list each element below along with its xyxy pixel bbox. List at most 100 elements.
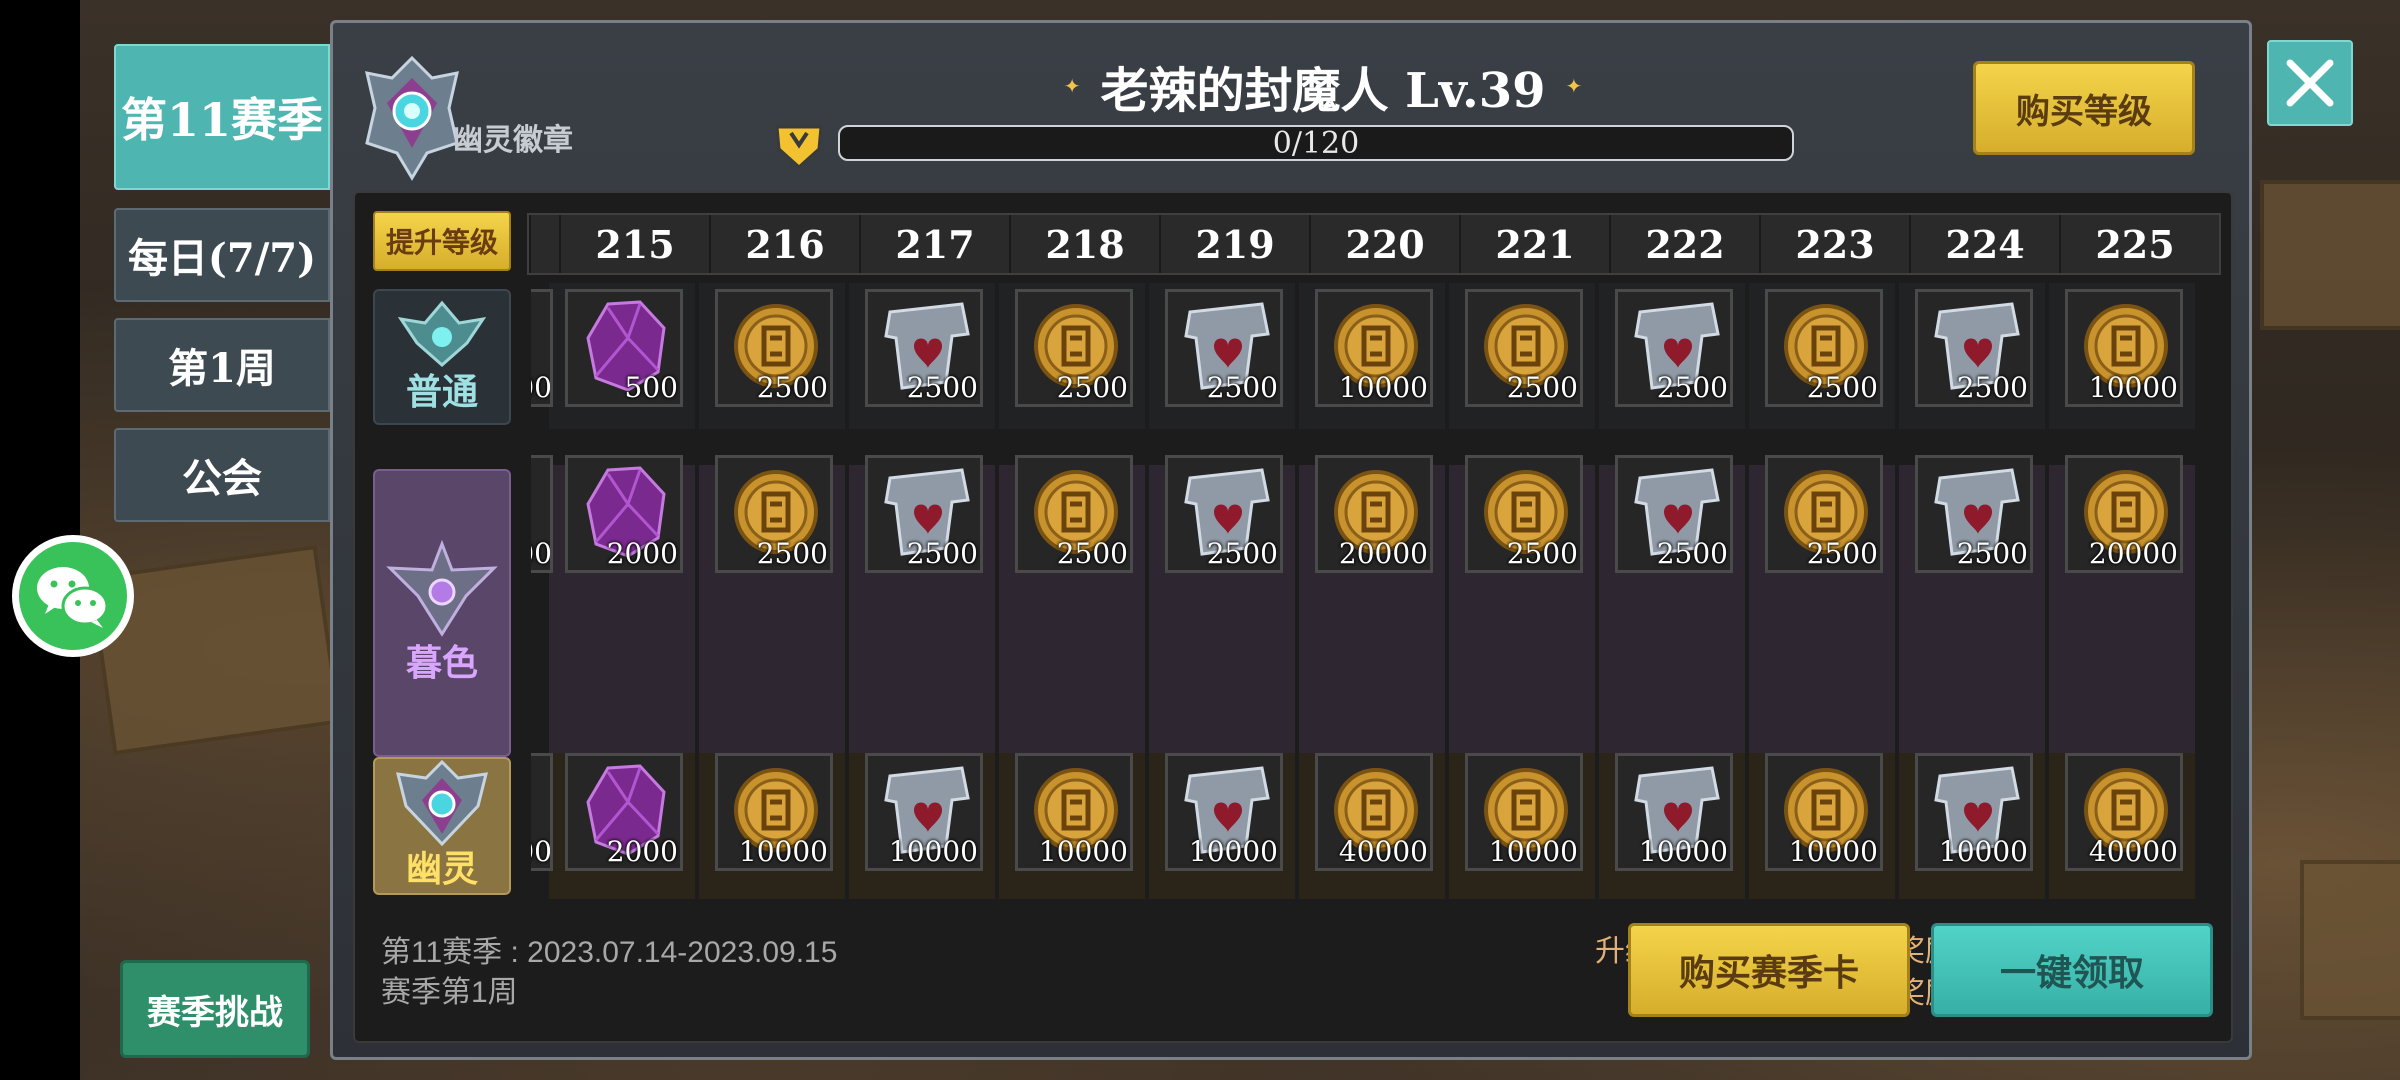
reward-cell[interactable]: 500: [565, 289, 683, 407]
reward-qty: 10000: [888, 835, 978, 868]
twilight-tier-icon: [386, 540, 498, 637]
reward-qty: 00: [531, 371, 552, 404]
tab-daily[interactable]: 每日(7/7): [114, 208, 330, 302]
rank-shield-icon: [769, 119, 829, 175]
reward-cell[interactable]: 2500: [1165, 455, 1283, 573]
level-221: 221: [1459, 215, 1609, 273]
reward-qty: 2500: [1656, 537, 1728, 570]
reward-cell[interactable]: 20000: [1315, 455, 1433, 573]
reward-cell[interactable]: 40000: [1315, 753, 1433, 871]
tier-name: 普通: [405, 371, 478, 413]
reward-qty: 10000: [1188, 835, 1278, 868]
raise-level-button[interactable]: 提升等级: [373, 211, 511, 271]
reward-cell[interactable]: 10000: [715, 753, 833, 871]
level-223: 223: [1759, 215, 1909, 273]
tab-guild[interactable]: 公会: [114, 428, 330, 522]
reward-cell[interactable]: 10000: [1765, 753, 1883, 871]
season-info: 第11赛季 : 2023.07.14-2023.09.15 赛季第1周: [381, 933, 837, 1013]
reward-qty: 40000: [2088, 835, 2178, 868]
tier-name: 幽灵: [405, 848, 478, 890]
reward-qty: 2500: [756, 371, 828, 404]
reward-cell[interactable]: 2500: [1465, 289, 1583, 407]
reward-qty: 2500: [906, 371, 978, 404]
level-224: 224: [1909, 215, 2059, 273]
reward-cell[interactable]: 2500: [1015, 455, 1133, 573]
reward-qty: 40000: [1338, 835, 1428, 868]
reward-cell[interactable]: 2500: [1915, 455, 2033, 573]
player-title: 老辣的封魔人 Lv.39: [1100, 63, 1546, 119]
reward-cell[interactable]: 2500: [865, 289, 983, 407]
rewards-grid: 提升等级 215 216 217 218 219 220 221 222 223…: [353, 191, 2233, 1043]
reward-qty: 10000: [1488, 835, 1578, 868]
reward-cell[interactable]: 2000: [565, 753, 683, 871]
reward-qty: 2500: [756, 537, 828, 570]
reward-cell-partial: 00: [531, 753, 553, 871]
level-222: 222: [1609, 215, 1759, 273]
reward-qty: 10000: [1338, 371, 1428, 404]
reward-cell[interactable]: 2500: [1765, 289, 1883, 407]
reward-cell[interactable]: 10000: [1915, 753, 2033, 871]
season-dates: 第11赛季 : 2023.07.14-2023.09.15: [381, 936, 838, 969]
reward-qty: 2500: [1806, 537, 1878, 570]
reward-cell[interactable]: 10000: [1615, 753, 1733, 871]
reward-qty: 2500: [1956, 371, 2028, 404]
reward-cell[interactable]: 10000: [1165, 753, 1283, 871]
reward-qty: 500: [624, 371, 678, 404]
reward-qty: 10000: [738, 835, 828, 868]
reward-cell[interactable]: 2000: [565, 455, 683, 573]
reward-qty: 10000: [1788, 835, 1878, 868]
reward-cell[interactable]: 10000: [1015, 753, 1133, 871]
close-button[interactable]: [2267, 40, 2353, 126]
reward-cell[interactable]: 2500: [1165, 289, 1283, 407]
reward-cell[interactable]: 2500: [1615, 455, 1733, 573]
normal-tier-icon: [397, 300, 487, 367]
wechat-float-button[interactable]: [12, 535, 134, 657]
reward-qty: 2500: [1806, 371, 1878, 404]
tier-name: 暮色: [405, 642, 478, 684]
level-215: 215: [559, 215, 709, 273]
reward-cell[interactable]: 2500: [1615, 289, 1733, 407]
reward-cell[interactable]: 20000: [2065, 455, 2183, 573]
reward-cell[interactable]: 2500: [1915, 289, 2033, 407]
reward-cell[interactable]: 10000: [2065, 289, 2183, 407]
reward-cell[interactable]: 10000: [1465, 753, 1583, 871]
level-225: 225: [2059, 215, 2209, 273]
reward-qty: 2500: [1056, 537, 1128, 570]
reward-cell[interactable]: 2500: [715, 289, 833, 407]
sparkle-icon: ✦: [1063, 74, 1081, 98]
ghost-badge-icon: [365, 55, 459, 181]
reward-cell[interactable]: 2500: [1465, 455, 1583, 573]
reward-cell[interactable]: 10000: [1315, 289, 1433, 407]
reward-cell[interactable]: 2500: [1765, 455, 1883, 573]
reward-qty: 00: [531, 835, 552, 868]
ghost-tier-icon: [396, 760, 488, 846]
level-219: 219: [1159, 215, 1309, 273]
tab-season-11[interactable]: 第11赛季: [114, 44, 330, 190]
reward-qty: 20000: [2088, 537, 2178, 570]
claim-all-button[interactable]: 一键领取: [1931, 923, 2213, 1017]
reward-qty: 2000: [606, 835, 678, 868]
reward-qty: 20000: [1338, 537, 1428, 570]
levels-header: 215 216 217 218 219 220 221 222 223 224 …: [527, 213, 2221, 275]
reward-qty: 2500: [1206, 537, 1278, 570]
tab-week-1[interactable]: 第1周: [114, 318, 330, 412]
reward-qty: 10000: [2088, 371, 2178, 404]
reward-cell[interactable]: 2500: [865, 455, 983, 573]
sparkle-icon: ✦: [1565, 74, 1583, 98]
tier-normal-label: 普通: [373, 289, 511, 425]
reward-qty: 10000: [1038, 835, 1128, 868]
reward-qty: 2500: [1956, 537, 2028, 570]
buy-season-card-button[interactable]: 购买赛季卡: [1628, 923, 1910, 1017]
badge-label: 幽灵徽章: [453, 123, 573, 158]
reward-cell[interactable]: 2500: [1015, 289, 1133, 407]
reward-qty: 00: [531, 537, 552, 570]
buy-level-button[interactable]: 购买等级: [1973, 61, 2195, 155]
season-challenge-button[interactable]: 赛季挑战: [120, 960, 310, 1058]
reward-cell-partial: 00: [531, 289, 553, 407]
reward-qty: 2000: [606, 537, 678, 570]
reward-cell[interactable]: 2500: [715, 455, 833, 573]
close-icon: [2286, 59, 2334, 107]
reward-cell[interactable]: 10000: [865, 753, 983, 871]
reward-qty: 2500: [906, 537, 978, 570]
reward-cell[interactable]: 40000: [2065, 753, 2183, 871]
